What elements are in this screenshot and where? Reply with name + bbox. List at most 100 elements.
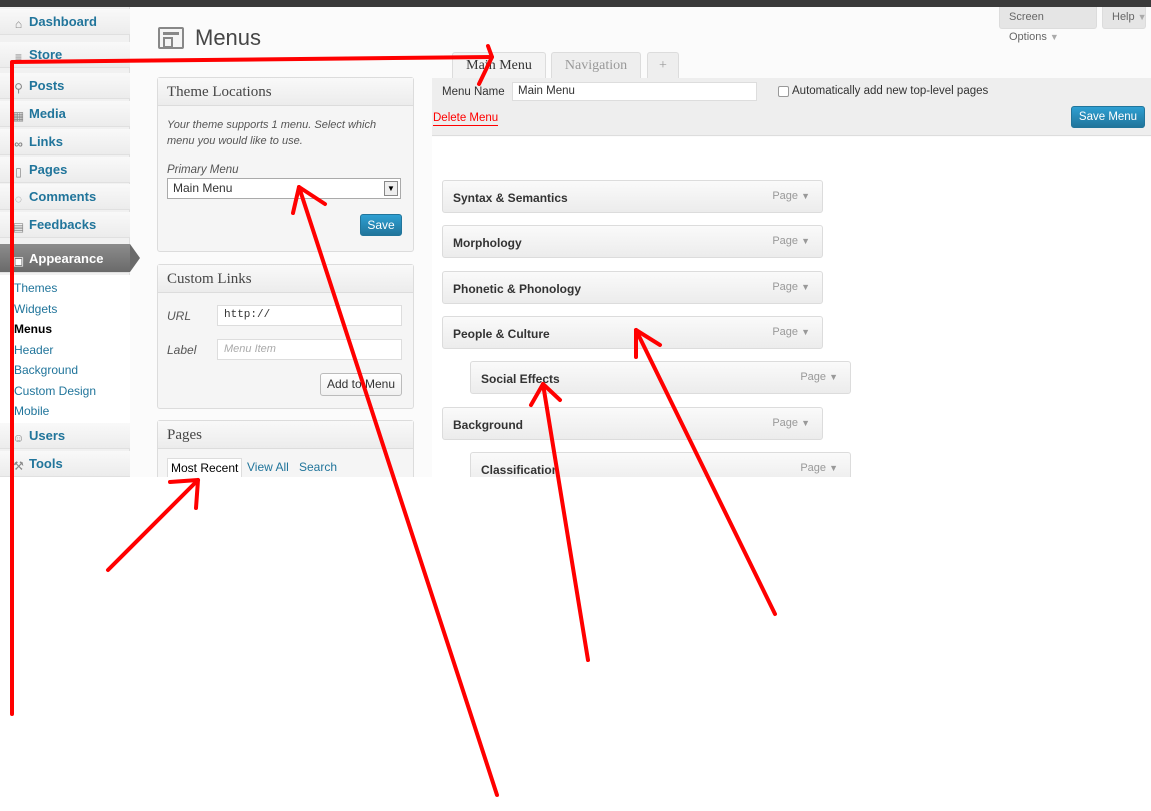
tab-main-menu[interactable]: Main Menu xyxy=(452,52,546,79)
screen-options-label: Screen Options xyxy=(1009,11,1047,43)
chevron-down-icon: ▼ xyxy=(801,418,810,428)
menu-item[interactable]: Phonetic & Phonology Page ▼ xyxy=(442,271,823,304)
sidebar-item-tools[interactable]: ⚒ Tools xyxy=(0,451,130,477)
submenu-header[interactable]: Header xyxy=(0,340,130,361)
chevron-down-icon: ▼ xyxy=(801,191,810,201)
menu-item-type[interactable]: Page ▼ xyxy=(772,417,810,429)
media-icon: ▦ xyxy=(12,109,25,123)
sidebar-item-label: Pages xyxy=(29,162,68,177)
primary-menu-select[interactable]: Main Menu ▼ xyxy=(167,178,401,199)
menu-item-subitem[interactable]: Social Effects Page ▼ xyxy=(470,361,851,394)
save-menu-button[interactable]: Save Menu xyxy=(1071,106,1145,128)
submenu-background[interactable]: Background xyxy=(0,360,130,381)
sidebar-item-label: Users xyxy=(29,428,66,443)
sidebar-item-label: Tools xyxy=(29,456,63,471)
submenu-menus[interactable]: Menus xyxy=(0,319,130,340)
sidebar-item-links[interactable]: ∞ Links xyxy=(0,129,130,155)
sidebar-item-users[interactable]: ☺ Users xyxy=(0,423,130,449)
chevron-down-icon: ▼ xyxy=(829,463,838,473)
menu-item-title: People & Culture xyxy=(453,327,550,341)
menu-item-title: Social Effects xyxy=(481,372,560,386)
speech-bubble-icon: ◌ xyxy=(14,192,23,206)
menu-item-title: Phonetic & Phonology xyxy=(453,282,581,296)
help-button[interactable]: Help ▼ xyxy=(1102,7,1147,29)
primary-menu-label: Primary Menu xyxy=(167,164,239,176)
menu-editor-body: Syntax & Semantics Page ▼ Morphology Pag… xyxy=(432,137,1151,477)
save-location-button[interactable]: Save xyxy=(360,214,402,236)
submenu-widgets[interactable]: Widgets xyxy=(0,299,130,320)
sidebar-item-dashboard[interactable]: ⌂ Dashboard xyxy=(0,9,130,35)
sidebar-item-label: Comments xyxy=(29,189,97,204)
chevron-down-icon: ▼ xyxy=(801,327,810,337)
users-icon: ☺ xyxy=(12,431,25,445)
add-to-menu-button[interactable]: Add to Menu xyxy=(320,373,402,396)
pushpin-icon: ⚲ xyxy=(14,81,23,95)
submenu-themes[interactable]: Themes xyxy=(0,278,130,299)
menu-item-type[interactable]: Page ▼ xyxy=(772,235,810,247)
auto-add-label: Automatically add new top-level pages xyxy=(792,85,989,97)
custom-links-panel: Custom Links URL http:// Label Menu Item… xyxy=(157,264,414,409)
chevron-down-icon: ▼ xyxy=(801,282,810,292)
dropdown-arrow-icon: ▼ xyxy=(384,181,398,196)
submenu-custom-design[interactable]: Custom Design xyxy=(0,381,130,402)
menus-page-icon xyxy=(158,27,184,49)
menu-item-title: Classification xyxy=(481,463,560,477)
annotation-arrow xyxy=(106,478,200,572)
sidebar-item-store[interactable]: ≡ Store xyxy=(0,42,130,68)
pages-panel: Pages Most Recent View All Search xyxy=(157,420,414,477)
chevron-down-icon: ▼ xyxy=(829,372,838,382)
link-icon: ∞ xyxy=(14,137,23,151)
menu-item-type[interactable]: Page ▼ xyxy=(772,190,810,202)
chevron-down-icon: ▼ xyxy=(1137,12,1147,22)
feedback-icon: ▤ xyxy=(12,220,25,234)
menu-item-title: Syntax & Semantics xyxy=(453,191,568,205)
menu-item-title: Morphology xyxy=(453,236,522,250)
menu-item-type[interactable]: Page ▼ xyxy=(800,371,838,383)
menu-item-subitem[interactable]: Classification Page ▼ xyxy=(470,452,851,477)
tab-add-menu[interactable]: + xyxy=(647,52,679,79)
page-title: Menus xyxy=(195,25,262,50)
pages-tab-view-all[interactable]: View All xyxy=(247,460,289,474)
pages-title: Pages xyxy=(158,421,413,449)
submenu-mobile[interactable]: Mobile xyxy=(0,401,130,422)
pages-tab-search[interactable]: Search xyxy=(299,460,337,474)
chevron-down-icon: ▼ xyxy=(801,236,810,246)
sidebar-item-appearance[interactable]: ▣ Appearance xyxy=(0,244,140,273)
menu-editor-header: Menu Name Main Menu Automatically add ne… xyxy=(432,78,1151,136)
url-input[interactable]: http:// xyxy=(217,305,402,326)
sidebar-item-media[interactable]: ▦ Media xyxy=(0,101,130,127)
menu-item[interactable]: Morphology Page ▼ xyxy=(442,225,823,258)
url-label: URL xyxy=(167,309,192,323)
pages-tab-most-recent[interactable]: Most Recent xyxy=(167,458,243,477)
menu-name-input[interactable]: Main Menu xyxy=(512,82,757,101)
theme-support-note: Your theme supports 1 menu. Select which… xyxy=(167,117,376,149)
menu-item-type[interactable]: Page ▼ xyxy=(772,326,810,338)
delete-menu-link[interactable]: Delete Menu xyxy=(433,111,499,126)
menu-item[interactable]: Background Page ▼ xyxy=(442,407,823,440)
menu-item-type-label: Page xyxy=(772,281,799,293)
sidebar-item-label: Media xyxy=(29,106,66,121)
sidebar-item-feedbacks[interactable]: ▤ Feedbacks xyxy=(0,212,130,238)
menu-item-type-label: Page xyxy=(772,235,799,247)
top-dark-bar xyxy=(0,0,1151,7)
sidebar-item-label: Posts xyxy=(29,78,65,93)
theme-support-note-line: menu you would like to use. xyxy=(167,135,303,147)
appearance-icon: ▣ xyxy=(12,254,25,268)
sidebar-item-label: Store xyxy=(29,47,63,62)
sidebar-item-pages[interactable]: ▯ Pages xyxy=(0,157,130,183)
sidebar-item-posts[interactable]: ⚲ Posts xyxy=(0,73,130,99)
menu-item-type-label: Page xyxy=(800,371,827,383)
link-label-input[interactable]: Menu Item xyxy=(217,339,402,360)
tab-navigation[interactable]: Navigation xyxy=(551,52,641,79)
menu-item-type[interactable]: Page ▼ xyxy=(772,281,810,293)
screen-options-button[interactable]: Screen Options ▼ xyxy=(999,7,1097,43)
sidebar-item-comments[interactable]: ◌ Comments xyxy=(0,184,130,210)
theme-support-note-line: Your theme supports 1 menu. Select which xyxy=(167,119,377,131)
menu-item[interactable]: Syntax & Semantics Page ▼ xyxy=(442,180,823,213)
help-label: Help xyxy=(1112,11,1135,23)
appearance-submenu: Themes Widgets Menus Header Background C… xyxy=(0,275,130,425)
menu-item[interactable]: People & Culture Page ▼ xyxy=(442,316,823,349)
sidebar-item-label: Dashboard xyxy=(29,14,97,29)
menu-item-type[interactable]: Page ▼ xyxy=(800,462,838,474)
auto-add-checkbox[interactable] xyxy=(778,86,789,97)
